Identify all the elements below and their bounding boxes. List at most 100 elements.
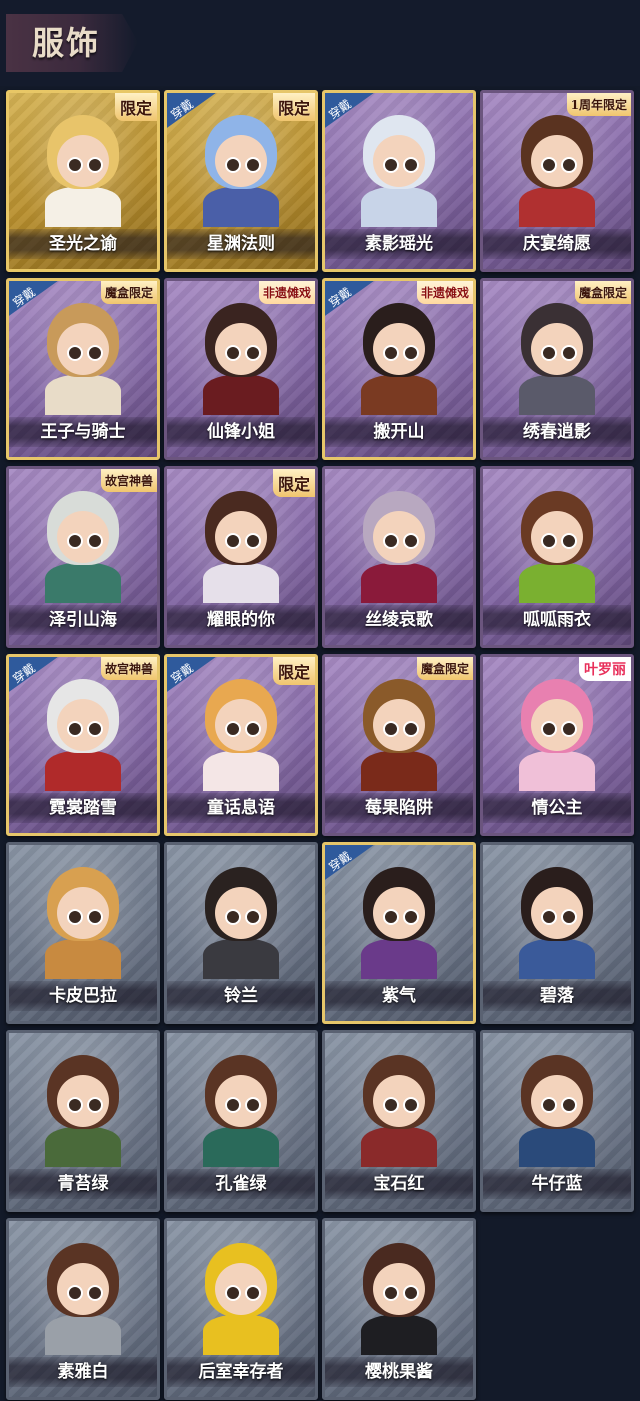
costume-name: 铃兰 bbox=[224, 986, 258, 1006]
costume-card[interactable]: 碧落 bbox=[480, 842, 634, 1024]
costume-card[interactable]: 穿戴 故宫神兽 霓裳踏雪 bbox=[6, 654, 160, 836]
costume-name-bar: 宝石红 bbox=[325, 1169, 473, 1199]
costume-name-bar: 童话息语 bbox=[167, 793, 315, 823]
outfit-shape bbox=[203, 1127, 279, 1167]
costume-card[interactable]: 铃兰 bbox=[164, 842, 318, 1024]
costume-card[interactable]: 穿戴 非遗傩戏 搬开山 bbox=[322, 278, 476, 460]
costume-name-bar: 卡皮巴拉 bbox=[9, 981, 157, 1011]
costume-card[interactable]: 丝绫哀歌 bbox=[322, 466, 476, 648]
eye-icon bbox=[403, 533, 419, 549]
costume-name-bar: 星渊法则 bbox=[167, 229, 315, 259]
costume-name: 庆宴绮愿 bbox=[523, 234, 591, 254]
outfit-shape bbox=[45, 939, 121, 979]
eye-icon bbox=[383, 721, 399, 737]
costume-name-bar: 圣光之谕 bbox=[9, 229, 157, 259]
outfit-shape bbox=[45, 375, 121, 415]
limited-tag: 叶罗丽 bbox=[579, 657, 631, 681]
costume-card[interactable]: 故宫神兽泽引山海 bbox=[6, 466, 160, 648]
character-portrait bbox=[33, 1053, 133, 1167]
character-portrait bbox=[191, 677, 291, 791]
costume-card[interactable]: 穿戴 魔盒限定 王子与骑士 bbox=[6, 278, 160, 460]
eye-icon bbox=[87, 345, 103, 361]
costume-name: 宝石红 bbox=[373, 1174, 425, 1194]
costume-card[interactable]: 穿戴 素影瑶光 bbox=[322, 90, 476, 272]
outfit-shape bbox=[361, 187, 437, 227]
costume-name-bar: 后室幸存者 bbox=[167, 1357, 315, 1387]
character-portrait bbox=[33, 113, 133, 227]
eye-icon bbox=[561, 533, 577, 549]
costume-card[interactable]: 穿戴 限定 星渊法则 bbox=[164, 90, 318, 272]
eye-icon bbox=[67, 157, 83, 173]
costume-card[interactable]: 魔盒限定 莓果陷阱 bbox=[322, 654, 476, 836]
costume-name: 卡皮巴拉 bbox=[49, 986, 117, 1006]
limited-tag: 故宫神兽 bbox=[100, 469, 157, 492]
costume-name: 后室幸存者 bbox=[198, 1362, 284, 1382]
costume-card[interactable]: 1周年限定庆宴绮愿 bbox=[480, 90, 634, 272]
eye-icon bbox=[245, 345, 261, 361]
costume-name: 耀眼的你 bbox=[207, 610, 275, 630]
eye-icon bbox=[67, 1097, 83, 1113]
costume-card[interactable]: 牛仔蓝 bbox=[480, 1030, 634, 1212]
costume-card[interactable]: 穿戴 紫气 bbox=[322, 842, 476, 1024]
limited-tag: 1周年限定 bbox=[566, 93, 631, 116]
outfit-shape bbox=[45, 187, 121, 227]
outfit-shape bbox=[45, 563, 121, 603]
costume-card[interactable]: 后室幸存者 bbox=[164, 1218, 318, 1400]
costume-card[interactable]: 穿戴 限定 童话息语 bbox=[164, 654, 318, 836]
character-portrait bbox=[349, 865, 449, 979]
eye-icon bbox=[245, 157, 261, 173]
eye-icon bbox=[67, 345, 83, 361]
costume-card[interactable]: 卡皮巴拉 bbox=[6, 842, 160, 1024]
outfit-shape bbox=[203, 375, 279, 415]
costume-name: 星渊法则 bbox=[207, 234, 275, 254]
costume-name-bar: 紫气 bbox=[325, 981, 473, 1011]
costume-name: 圣光之谕 bbox=[49, 234, 117, 254]
costume-card[interactable]: 樱桃果酱 bbox=[322, 1218, 476, 1400]
limited-tag: 限定 bbox=[272, 657, 315, 685]
costume-card[interactable]: 孔雀绿 bbox=[164, 1030, 318, 1212]
costume-name-bar: 庆宴绮愿 bbox=[483, 229, 631, 259]
character-portrait bbox=[191, 113, 291, 227]
costume-card[interactable]: 非遗傩戏 仙锋小姐 bbox=[164, 278, 318, 460]
outfit-shape bbox=[45, 1127, 121, 1167]
costume-name-bar: 素雅白 bbox=[9, 1357, 157, 1387]
costume-name: 牛仔蓝 bbox=[531, 1174, 583, 1194]
limited-tag: 限定 bbox=[272, 469, 315, 497]
limited-tag: 故宫神兽 bbox=[100, 657, 157, 680]
costume-card[interactable]: 限定耀眼的你 bbox=[164, 466, 318, 648]
character-portrait bbox=[33, 677, 133, 791]
costume-name: 绣春逍影 bbox=[523, 422, 591, 442]
costume-card[interactable]: 限定 圣光之谕 bbox=[6, 90, 160, 272]
costume-card[interactable]: 呱呱雨衣 bbox=[480, 466, 634, 648]
costume-card[interactable]: 宝石红 bbox=[322, 1030, 476, 1212]
eye-icon bbox=[403, 1285, 419, 1301]
outfit-shape bbox=[519, 187, 595, 227]
costume-card[interactable]: 青苔绿 bbox=[6, 1030, 160, 1212]
outfit-shape bbox=[203, 1315, 279, 1355]
costume-name: 泽引山海 bbox=[49, 610, 117, 630]
costume-name-bar: 搬开山 bbox=[325, 417, 473, 447]
outfit-shape bbox=[361, 939, 437, 979]
eye-icon bbox=[383, 345, 399, 361]
outfit-shape bbox=[203, 751, 279, 791]
eye-icon bbox=[67, 909, 83, 925]
eye-icon bbox=[225, 1097, 241, 1113]
character-portrait bbox=[349, 1053, 449, 1167]
outfit-shape bbox=[361, 751, 437, 791]
outfit-shape bbox=[361, 563, 437, 603]
costume-card[interactable]: 素雅白 bbox=[6, 1218, 160, 1400]
costume-name: 紫气 bbox=[382, 986, 416, 1006]
costume-name: 童话息语 bbox=[207, 798, 275, 818]
costume-card[interactable]: 叶罗丽 情公主 bbox=[480, 654, 634, 836]
costume-name: 呱呱雨衣 bbox=[523, 610, 591, 630]
costume-name: 莓果陷阱 bbox=[365, 798, 433, 818]
character-portrait bbox=[349, 677, 449, 791]
eye-icon bbox=[403, 721, 419, 737]
limited-tag: 限定 bbox=[272, 93, 315, 121]
eye-icon bbox=[225, 909, 241, 925]
costume-card[interactable]: 魔盒限定 绣春逍影 bbox=[480, 278, 634, 460]
outfit-shape bbox=[203, 187, 279, 227]
outfit-shape bbox=[203, 563, 279, 603]
costume-name: 青苔绿 bbox=[57, 1174, 109, 1194]
character-portrait bbox=[349, 1241, 449, 1355]
